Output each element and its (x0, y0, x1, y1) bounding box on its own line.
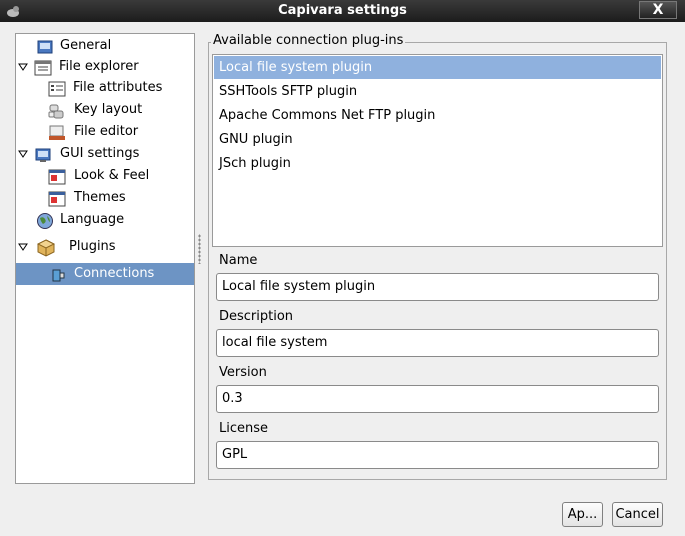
tree-item-label: Connections (74, 266, 155, 281)
split-pane-divider[interactable] (198, 234, 201, 264)
file-attributes-icon (48, 81, 66, 97)
tree-item-label: Look & Feel (74, 168, 150, 183)
collapse-triangle-icon[interactable] (18, 242, 28, 252)
tree-item-gui-settings[interactable]: GUI settings (16, 143, 194, 165)
tree-item-look-feel[interactable]: Look & Feel (16, 165, 194, 187)
version-label: Version (219, 365, 267, 380)
file-editor-icon (49, 125, 65, 140)
tree-item-label: GUI settings (60, 146, 140, 161)
tree-item-key-layout[interactable]: Key layout (16, 99, 194, 121)
plugin-list[interactable]: Local file system plugin SSHTools SFTP p… (212, 54, 663, 247)
gui-settings-icon (35, 148, 51, 162)
collapse-triangle-icon[interactable] (18, 149, 28, 159)
plugin-list-item[interactable]: JSch plugin (214, 152, 661, 175)
plugin-list-item[interactable]: GNU plugin (214, 128, 661, 151)
tree-item-general[interactable]: General (16, 35, 194, 57)
license-field[interactable]: GPL (216, 441, 659, 469)
key-layout-icon (48, 104, 64, 119)
group-title: Available connection plug-ins (211, 33, 406, 48)
window-title: Capivara settings (278, 3, 407, 18)
tree-item-file-editor[interactable]: File editor (16, 121, 194, 143)
license-label: License (219, 421, 269, 436)
plugin-list-item[interactable]: Apache Commons Net FTP plugin (214, 104, 661, 127)
tree-item-plugins[interactable]: Plugins (16, 236, 194, 258)
description-field[interactable]: local file system (216, 329, 659, 357)
file-explorer-icon (34, 60, 52, 76)
tree-item-label: Plugins (69, 239, 116, 254)
name-label: Name (219, 253, 258, 268)
title-bar[interactable]: Capivara settings X (0, 0, 685, 22)
tree-item-label: File editor (74, 124, 139, 139)
tree-item-language[interactable]: Language (16, 209, 194, 231)
tree-item-connections[interactable]: Connections (16, 263, 194, 285)
settings-tree: General File explorer File attributes Ke… (15, 33, 195, 484)
description-label: Description (219, 309, 294, 324)
settings-window: Capivara settings X General File explore… (0, 0, 685, 536)
general-icon (37, 40, 53, 54)
tree-item-label: General (60, 38, 112, 53)
connections-icon (52, 269, 65, 282)
close-button[interactable]: X (639, 1, 677, 19)
cancel-button[interactable]: Cancel (612, 502, 663, 527)
tree-item-label: Themes (74, 190, 126, 205)
plugin-list-item[interactable]: Local file system plugin (214, 56, 661, 79)
apply-button[interactable]: Ap... (562, 502, 603, 527)
tree-item-themes[interactable]: Themes (16, 187, 194, 209)
plugins-icon (37, 239, 55, 257)
tree-item-label: Language (60, 212, 125, 227)
tree-item-label: File attributes (73, 80, 163, 95)
tree-item-label: Key layout (74, 102, 143, 117)
tree-item-label: File explorer (59, 59, 139, 74)
language-icon (37, 213, 53, 229)
tree-item-file-explorer[interactable]: File explorer (16, 56, 194, 78)
version-field[interactable]: 0.3 (216, 385, 659, 413)
name-field[interactable]: Local file system plugin (216, 273, 659, 301)
look-feel-icon (48, 169, 66, 185)
plugin-list-item[interactable]: SSHTools SFTP plugin (214, 80, 661, 103)
themes-icon (48, 191, 66, 207)
tree-item-file-attributes[interactable]: File attributes (16, 77, 194, 99)
collapse-triangle-icon[interactable] (18, 62, 28, 72)
